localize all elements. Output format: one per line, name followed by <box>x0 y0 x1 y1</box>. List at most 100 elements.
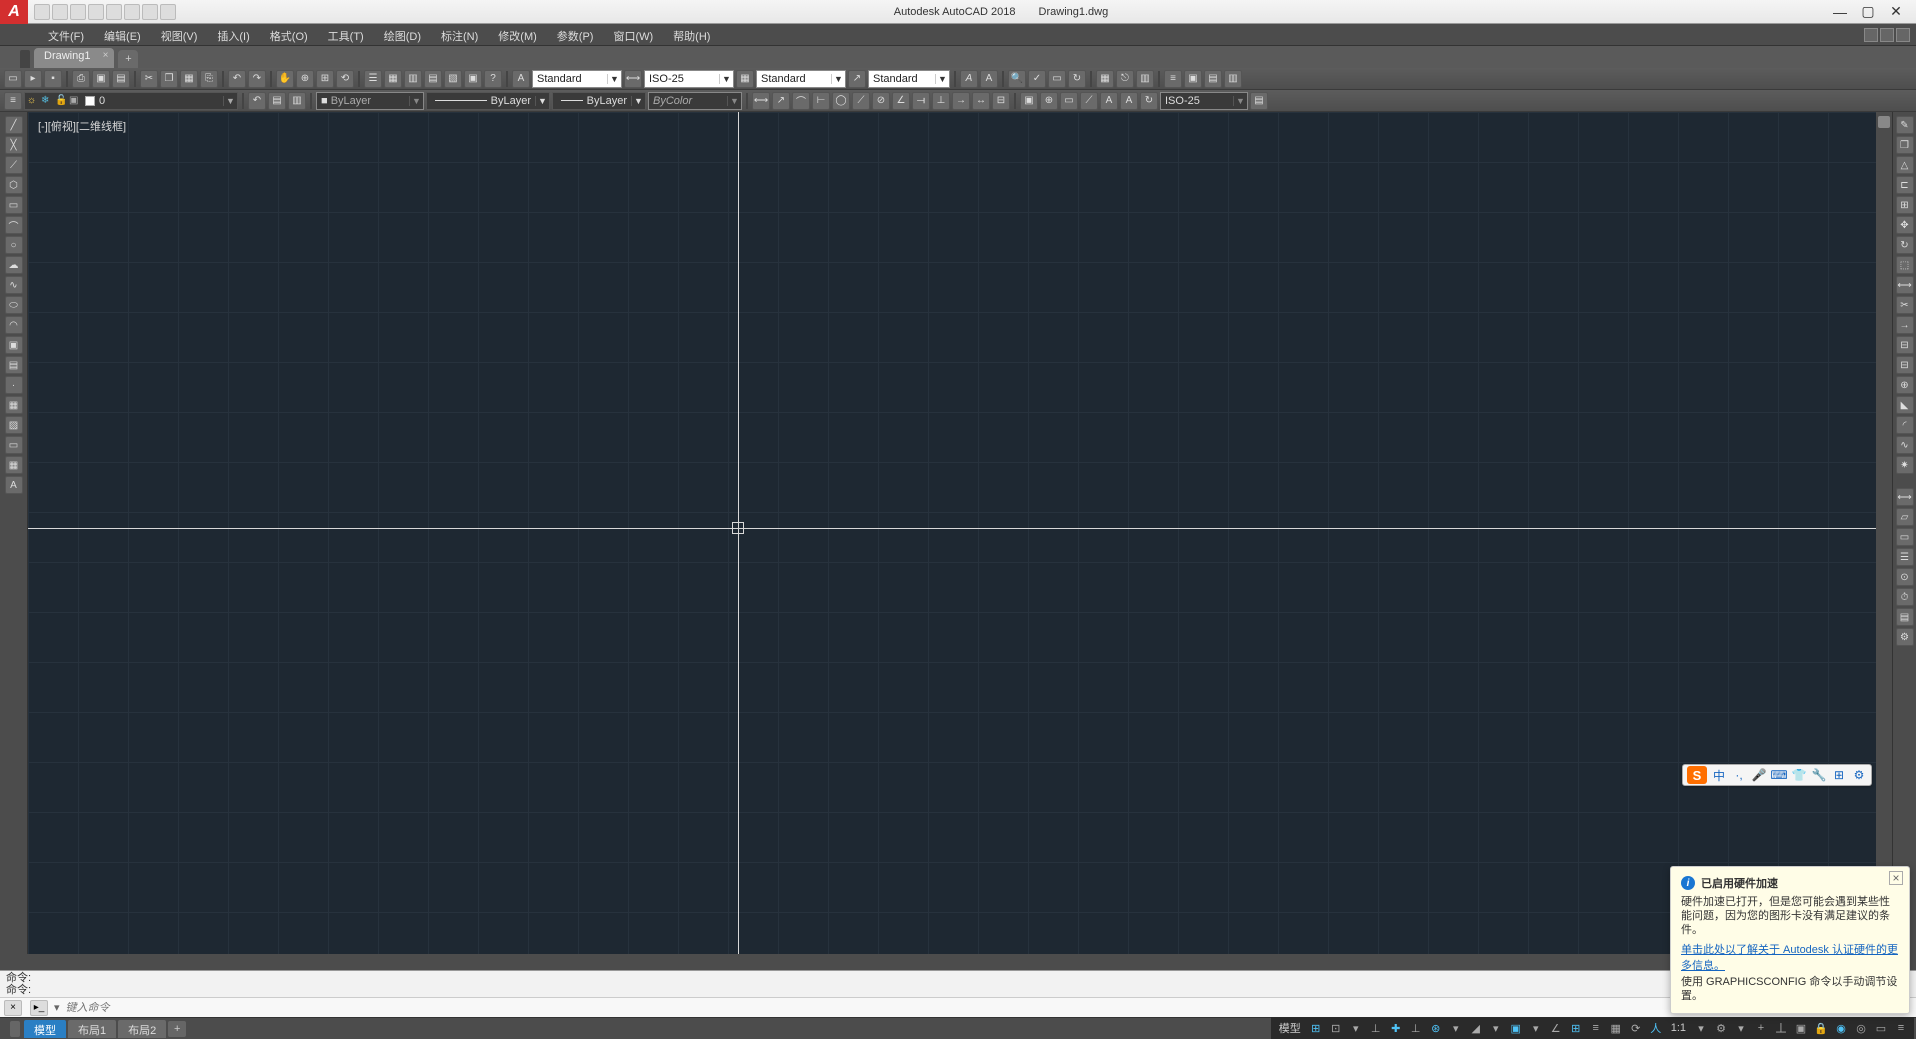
setvar-icon[interactable]: ⚙ <box>1896 628 1914 646</box>
centermark-icon[interactable]: ⊕ <box>1040 92 1058 110</box>
dtext-icon[interactable]: A <box>980 70 998 88</box>
table-style-combo[interactable]: Standard▼ <box>756 70 846 88</box>
cmd-close-icon[interactable]: × <box>4 1000 22 1016</box>
line-icon[interactable]: ╱ <box>5 116 23 134</box>
tab-model[interactable]: 模型 <box>24 1020 66 1038</box>
linetype-combo[interactable]: ■ ByLayer▼ <box>316 92 424 110</box>
inspection-icon[interactable]: ▭ <box>1060 92 1078 110</box>
qat-open-icon[interactable] <box>52 4 68 20</box>
annotation-icon[interactable]: 人 <box>1647 1019 1665 1037</box>
dimupdate-icon[interactable]: ↻ <box>1140 92 1158 110</box>
balloon-link[interactable]: 单击此处以了解关于 Autodesk 认证硬件的更多信息。 <box>1681 941 1899 973</box>
lineweight-toggle-icon[interactable]: ≡ <box>1587 1019 1605 1037</box>
dim-radius-icon[interactable]: ◯ <box>832 92 850 110</box>
dim-angular-icon[interactable]: ∠ <box>892 92 910 110</box>
mdi-close[interactable] <box>1896 28 1910 42</box>
distance-icon[interactable]: ⟷ <box>1896 488 1914 506</box>
qat-saveas-icon[interactable] <box>88 4 104 20</box>
workspace-icon[interactable]: ⚙ <box>1712 1019 1730 1037</box>
polyline-icon[interactable]: ⟋ <box>5 156 23 174</box>
menu-help[interactable]: 帮助(H) <box>663 24 720 45</box>
menu-tools[interactable]: 工具(T) <box>318 24 374 45</box>
ime-punct-icon[interactable]: ·, <box>1731 767 1747 783</box>
text-style-icon[interactable]: A <box>512 70 530 88</box>
ime-skin-icon[interactable]: 👕 <box>1791 767 1807 783</box>
qat-plot-icon[interactable] <box>106 4 122 20</box>
vertical-scrollbar[interactable] <box>1876 112 1892 954</box>
layer-combo[interactable]: ☼ ❄ 🔓 ▣ 0 ▼ <box>24 92 238 110</box>
ime-tool-icon[interactable]: 🔧 <box>1811 767 1827 783</box>
ime-toolbar[interactable]: S 中 ·, 🎤 ⌨ 👕 🔧 ⊞ ⚙ <box>1682 764 1872 786</box>
qat-redo-icon[interactable] <box>142 4 158 20</box>
extend-icon[interactable]: → <box>1896 316 1914 334</box>
open-icon[interactable]: ▸ <box>24 70 42 88</box>
plotstyle-combo[interactable]: ByColor▼ <box>648 92 742 110</box>
more-icon[interactable]: ▥ <box>1224 70 1242 88</box>
qat-new-icon[interactable] <box>34 4 50 20</box>
close-button[interactable]: ✕ <box>1886 3 1906 21</box>
hatch-icon[interactable]: ▦ <box>5 396 23 414</box>
dimtedit-icon[interactable]: A <box>1120 92 1138 110</box>
lineweight-combo[interactable]: ByLayer▼ <box>426 92 550 110</box>
command-input[interactable] <box>62 1002 1916 1014</box>
region-props-icon[interactable]: ▭ <box>1896 528 1914 546</box>
pan-icon[interactable]: ✋ <box>276 70 294 88</box>
customize-icon[interactable]: ≡ <box>1892 1019 1910 1037</box>
dim-jogged-icon[interactable]: ⟋ <box>852 92 870 110</box>
transparency-icon[interactable]: ▦ <box>1607 1019 1625 1037</box>
move-icon[interactable]: ✥ <box>1896 216 1914 234</box>
dim-space-icon[interactable]: ↔ <box>972 92 990 110</box>
zoom-rt-icon[interactable]: ⊕ <box>296 70 314 88</box>
maximize-button[interactable]: ▢ <box>1858 3 1878 21</box>
menu-file[interactable]: 文件(F) <box>38 24 94 45</box>
menu-window[interactable]: 窗口(W) <box>603 24 663 45</box>
qat-dropdown-icon[interactable] <box>160 4 176 20</box>
status-icon[interactable]: ▤ <box>1896 608 1914 626</box>
id-icon[interactable]: ⊙ <box>1896 568 1914 586</box>
ime-lang[interactable]: 中 <box>1711 767 1727 783</box>
menu-draw[interactable]: 绘图(D) <box>374 24 431 45</box>
tab-layout1[interactable]: 布局1 <box>68 1020 116 1038</box>
redo-icon[interactable]: ↷ <box>248 70 266 88</box>
mdi-restore[interactable] <box>1880 28 1894 42</box>
menu-insert[interactable]: 插入(I) <box>207 24 259 45</box>
blend-icon[interactable]: ∿ <box>1896 436 1914 454</box>
ime-mic-icon[interactable]: 🎤 <box>1751 767 1767 783</box>
ime-logo-icon[interactable]: S <box>1687 766 1707 784</box>
array-icon[interactable]: ⊞ <box>1896 196 1914 214</box>
stretch-icon[interactable]: ⟷ <box>1896 276 1914 294</box>
mirror-icon[interactable]: △ <box>1896 156 1914 174</box>
preview-icon[interactable]: ▣ <box>92 70 110 88</box>
menu-parametric[interactable]: 参数(P) <box>547 24 604 45</box>
layer-state-icon[interactable]: ▤ <box>268 92 286 110</box>
osnap-icon[interactable]: ▣ <box>1507 1019 1525 1037</box>
mdi-minimize[interactable] <box>1864 28 1878 42</box>
isodraft-icon[interactable]: ◢ <box>1467 1019 1485 1037</box>
paste-icon[interactable]: ▦ <box>180 70 198 88</box>
table-icon[interactable]: ▦ <box>5 456 23 474</box>
gradient-icon[interactable]: ▨ <box>5 416 23 434</box>
erase-icon[interactable]: ✎ <box>1896 116 1914 134</box>
designcenter-icon[interactable]: ▦ <box>384 70 402 88</box>
snap-toggle-icon[interactable]: ⊡ <box>1327 1019 1345 1037</box>
xref-icon[interactable]: ▤ <box>1204 70 1222 88</box>
update-field-icon[interactable]: ↻ <box>1068 70 1086 88</box>
qat-undo-icon[interactable] <box>124 4 140 20</box>
dim-break-icon[interactable]: ⊟ <box>992 92 1010 110</box>
table-link-icon[interactable]: ⎋ <box>1116 70 1134 88</box>
spell-icon[interactable]: ✓ <box>1028 70 1046 88</box>
undo-icon[interactable]: ↶ <box>228 70 246 88</box>
dim-linear-icon[interactable]: ⟷ <box>752 92 770 110</box>
break-icon[interactable]: ⊟ <box>1896 356 1914 374</box>
field-icon[interactable]: ▭ <box>1048 70 1066 88</box>
quickcalc-icon[interactable]: ▣ <box>464 70 482 88</box>
ime-keyboard-icon[interactable]: ⌨ <box>1771 767 1787 783</box>
ellipse-arc-icon[interactable]: ◠ <box>5 316 23 334</box>
grid-toggle-icon[interactable]: ⊞ <box>1307 1019 1325 1037</box>
ime-grid-icon[interactable]: ⊞ <box>1831 767 1847 783</box>
multileader-style-combo[interactable]: Standard▼ <box>868 70 950 88</box>
tab-handle[interactable] <box>10 1021 20 1037</box>
dim-style-combo[interactable]: ISO-25▼ <box>644 70 734 88</box>
menu-modify[interactable]: 修改(M) <box>488 24 547 45</box>
file-tab-drawing1[interactable]: Drawing1 × <box>34 48 114 68</box>
